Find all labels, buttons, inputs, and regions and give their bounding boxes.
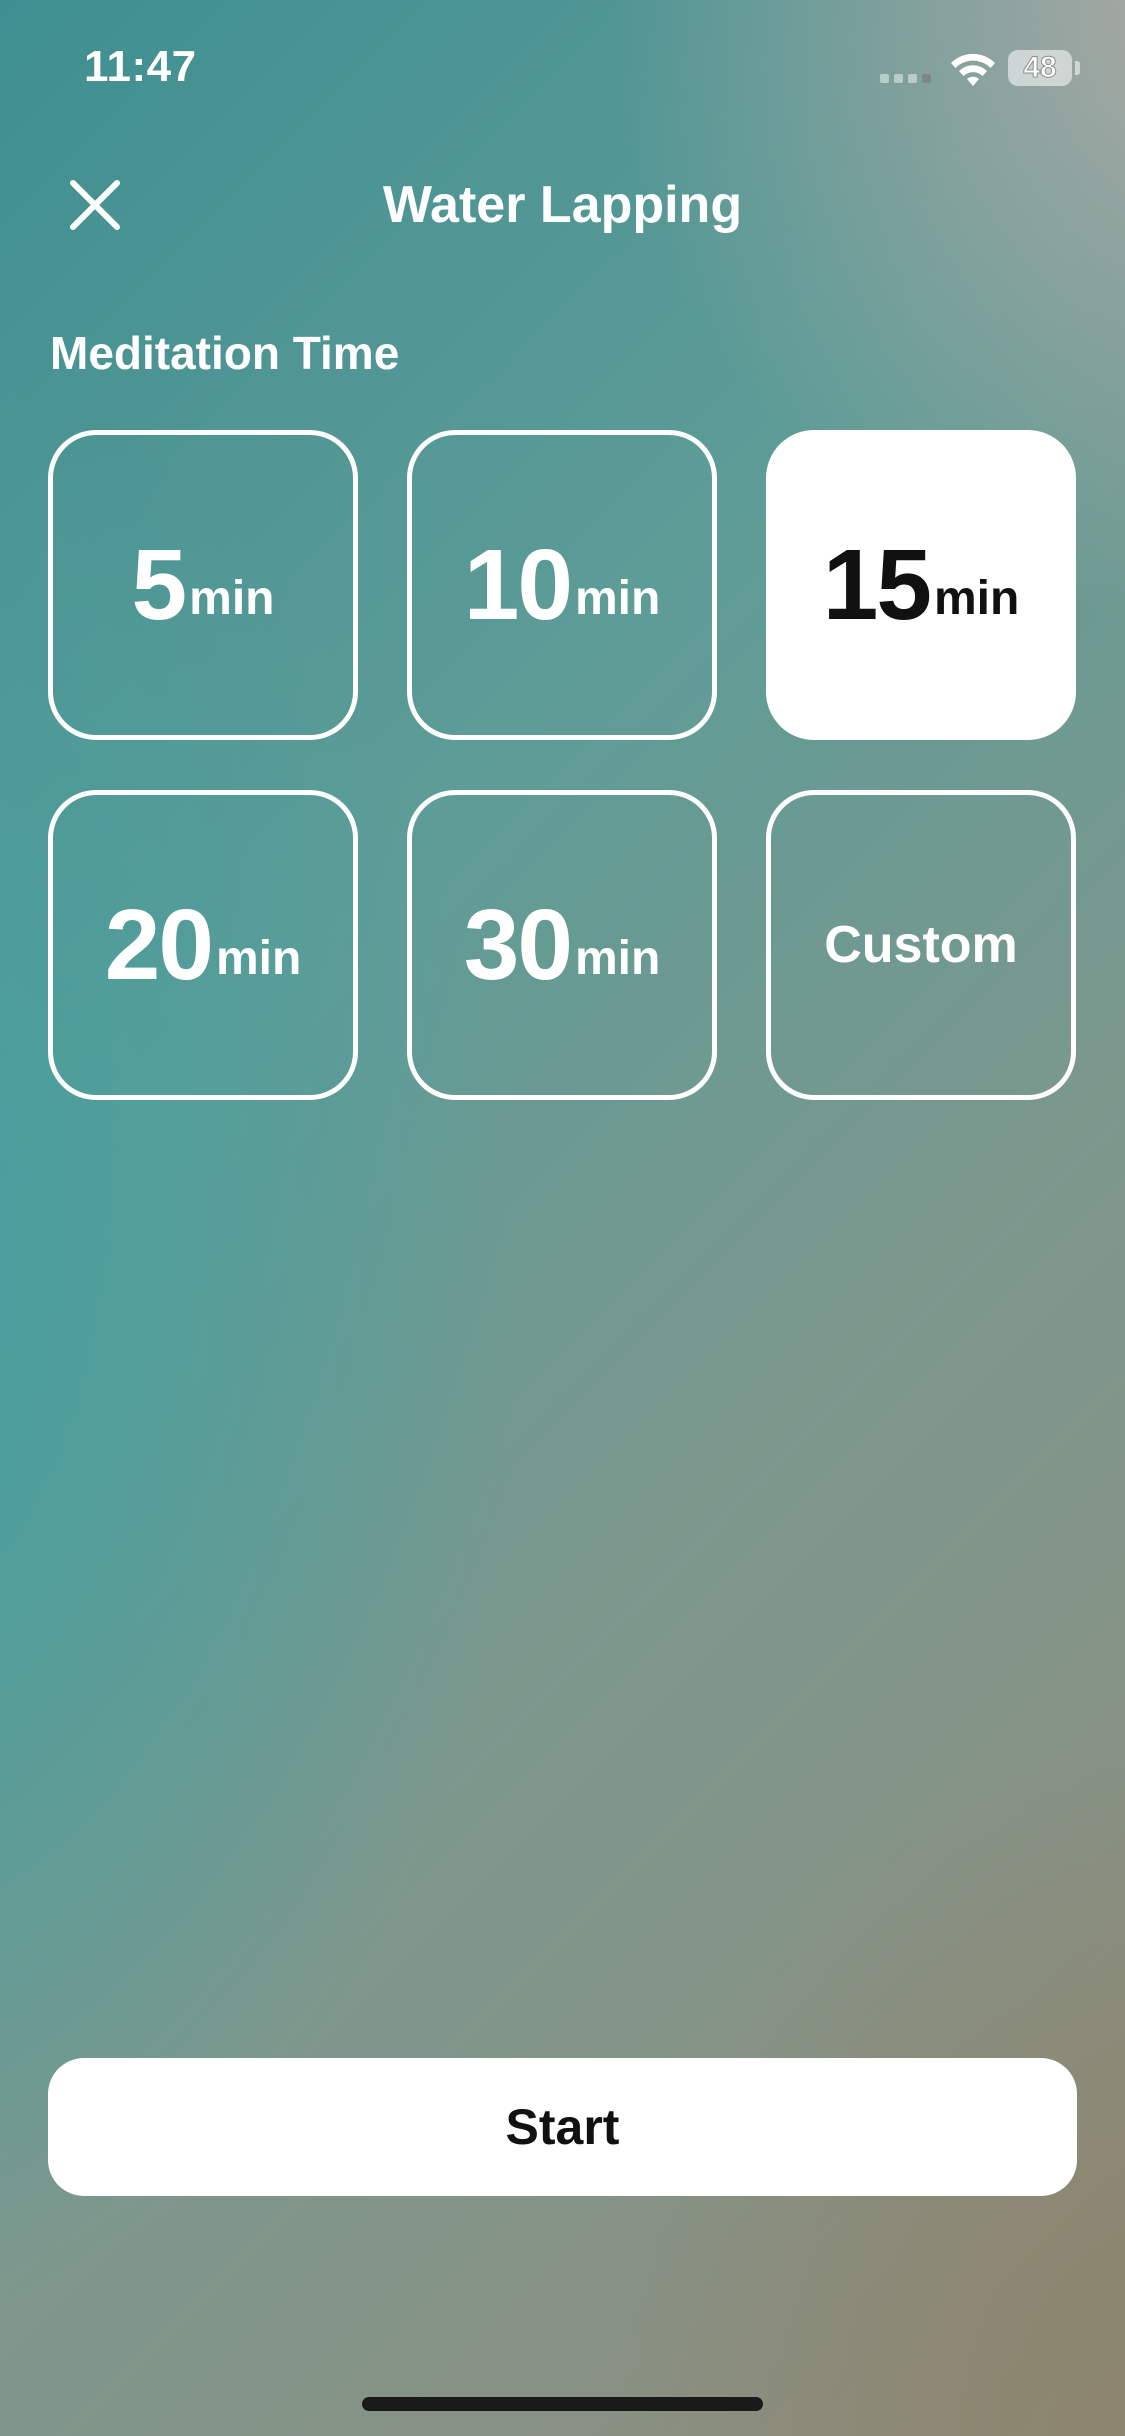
duration-unit: min [574,932,661,985]
duration-option-20[interactable]: 20 min [48,790,358,1100]
duration-value: 10 [463,529,573,641]
page-title: Water Lapping [382,176,743,234]
start-button[interactable]: Start [48,2058,1077,2196]
meditation-time-label: Meditation Time [50,327,400,379]
duration-unit: min [189,572,275,625]
duration-value: 20 [104,889,214,1001]
duration-unit: min [574,572,661,625]
duration-value: 5 [131,529,188,641]
status-time: 11:47 [84,42,197,91]
duration-option-15[interactable]: 15 min [766,430,1076,740]
duration-grid: 5 min 10 min 15 min 20 min 30 min Custom [48,430,1078,1100]
duration-unit: min [933,572,1020,625]
duration-value: 30 [463,889,573,1001]
duration-option-5[interactable]: 5 min [48,430,358,740]
wifi-icon [951,53,995,86]
duration-value: 15 [822,529,932,641]
status-bar: 11:47 48 [0,0,1125,140]
signal-icon [880,74,931,83]
home-indicator[interactable] [362,2397,763,2411]
battery-icon: 48 [1008,50,1072,86]
battery-cap [1075,61,1080,75]
duration-unit: min [215,932,302,985]
battery-level: 48 [1023,51,1057,85]
duration-option-custom[interactable]: Custom [766,790,1076,1100]
duration-option-30[interactable]: 30 min [407,790,717,1100]
custom-label: Custom [824,916,1018,974]
duration-option-10[interactable]: 10 min [407,430,717,740]
